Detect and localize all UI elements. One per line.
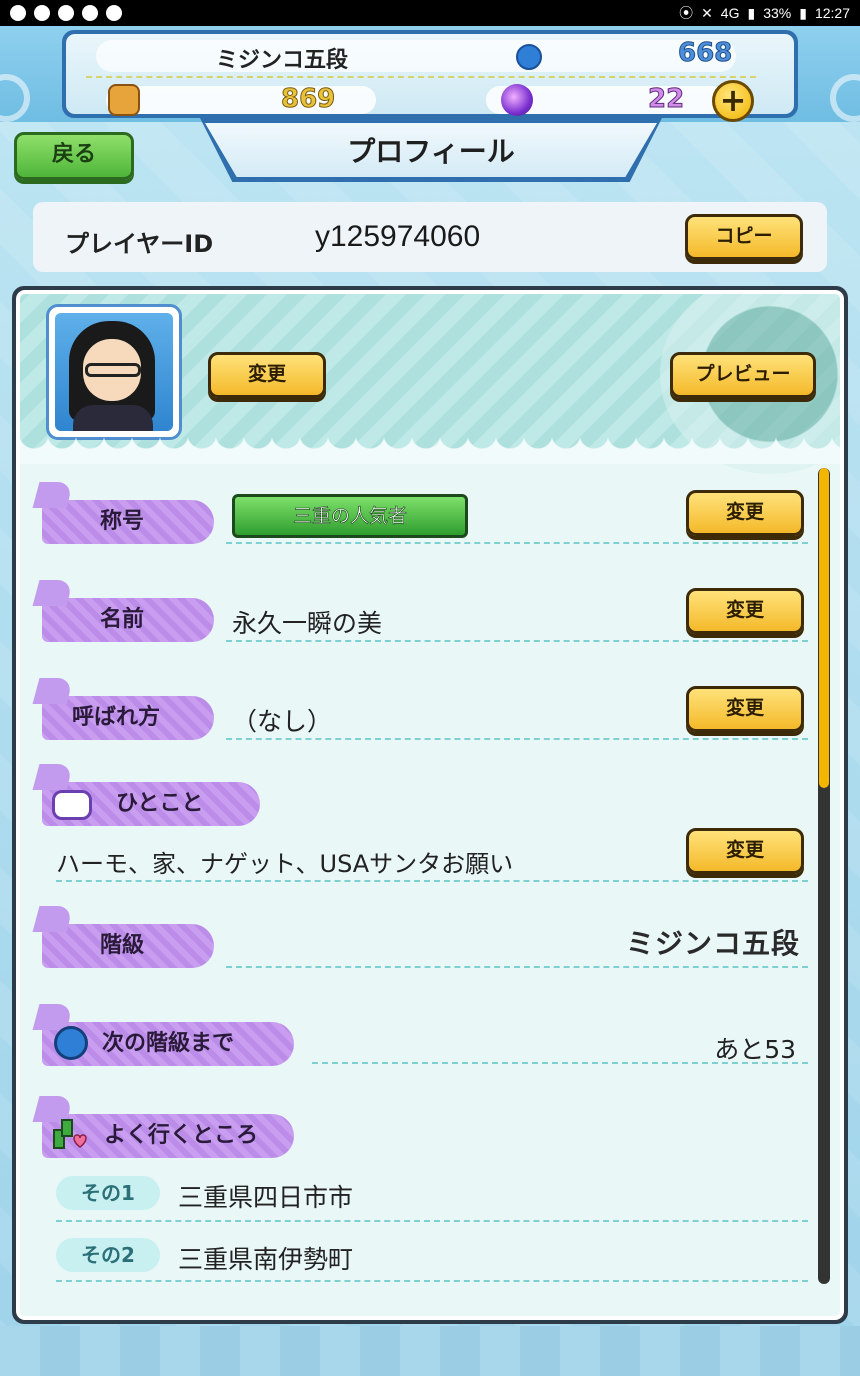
title-badge: 三重の人気者 xyxy=(232,494,468,538)
divider xyxy=(86,76,756,78)
divider xyxy=(56,1220,808,1222)
name-label: 名前 xyxy=(42,598,214,642)
coin-purse-icon xyxy=(108,84,140,116)
notification-icon xyxy=(106,5,122,21)
scrollbar-thumb[interactable] xyxy=(819,468,829,788)
purple-orb-icon xyxy=(501,84,533,116)
change-title-button[interactable]: 変更 xyxy=(686,490,804,536)
notification-icon xyxy=(58,5,74,21)
nickname-label: 呼ばれ方 xyxy=(42,696,214,740)
battery-percent: 33% xyxy=(763,5,792,21)
comment-label-text: ひとこと xyxy=(116,791,204,816)
map-heart-icon xyxy=(53,1119,87,1149)
swirl-decoration-icon xyxy=(830,74,860,122)
rank-label: 階級 xyxy=(42,924,214,968)
rank-value: ミジンコ五段 xyxy=(625,927,800,960)
notification-icon xyxy=(34,5,50,21)
network-label: 4G xyxy=(720,5,740,21)
player-id-label: プレイヤーID xyxy=(65,230,214,258)
status-bar: ⦿ ✕ 4G ▮ 33% ▮ 12:27 xyxy=(0,0,860,26)
place-name-2: 三重県南伊勢町 xyxy=(178,1245,354,1274)
divider xyxy=(226,738,808,740)
next-rank-value: あと53 xyxy=(714,1035,796,1064)
place-name-1: 三重県四日市市 xyxy=(178,1183,354,1212)
next-rank-label-text: 次の階級まで xyxy=(102,1031,235,1056)
signal-icon: ▮ xyxy=(747,4,756,21)
xp-orb-icon xyxy=(516,44,542,70)
next-rank-label: 次の階級まで xyxy=(42,1022,294,1066)
comment-label: ひとこと xyxy=(42,782,260,826)
place-tag-1: その1 xyxy=(56,1176,160,1210)
divider xyxy=(226,542,808,544)
change-comment-button[interactable]: 変更 xyxy=(686,828,804,874)
xp-orb-icon xyxy=(54,1026,88,1060)
speech-bubble-icon xyxy=(52,790,92,820)
notification-icon xyxy=(10,5,26,21)
name-value: 永久一瞬の美 xyxy=(232,609,383,638)
comment-value: ハーモ、家、ナゲット、USAサンタお願い xyxy=(56,850,514,878)
bottom-background xyxy=(0,1326,860,1376)
battery-icon: ▮ xyxy=(799,4,807,21)
resource-card: ミジンコ五段 668 869 22 + xyxy=(62,30,798,122)
change-name-button[interactable]: 変更 xyxy=(686,588,804,634)
divider xyxy=(56,880,808,882)
rank-name: ミジンコ五段 xyxy=(216,48,349,73)
change-nickname-button[interactable]: 変更 xyxy=(686,686,804,732)
title-label: 称号 xyxy=(42,500,214,544)
profile-panel: 変更 プレビュー 称号 三重の人気者 変更 名前 永久一瞬の美 変更 呼ばれ方 … xyxy=(12,286,848,1324)
copy-button[interactable]: コピー xyxy=(685,214,803,260)
player-id-card: プレイヤーID y125974060 コピー xyxy=(33,202,827,272)
clock: 12:27 xyxy=(814,5,850,21)
frequent-places-label: よく行くところ xyxy=(42,1114,294,1158)
scrollbar[interactable] xyxy=(818,468,830,1284)
divider xyxy=(226,966,808,968)
rank-pill xyxy=(96,40,736,72)
notification-icons xyxy=(10,5,122,21)
notification-icon xyxy=(82,5,98,21)
nickname-value: （なし） xyxy=(232,707,333,736)
money-pill xyxy=(106,86,376,114)
money-value: 869 xyxy=(280,84,336,115)
back-button[interactable]: 戻る xyxy=(14,132,134,180)
page-title: プロフィール xyxy=(205,123,657,177)
location-icon: ⦿ xyxy=(679,5,694,21)
mute-icon: ✕ xyxy=(701,4,713,21)
divider xyxy=(312,1062,808,1064)
swirl-decoration-icon xyxy=(0,74,30,122)
add-orb-button[interactable]: + xyxy=(712,80,754,122)
player-id-value: y125974060 xyxy=(315,220,481,253)
title-plate: プロフィール xyxy=(200,118,662,182)
xp-value: 668 xyxy=(677,38,733,69)
divider xyxy=(56,1280,808,1282)
divider xyxy=(226,640,808,642)
place-tag-2: その2 xyxy=(56,1238,160,1272)
orb-value: 22 xyxy=(647,84,685,115)
frequent-places-label-text: よく行くところ xyxy=(104,1123,259,1148)
